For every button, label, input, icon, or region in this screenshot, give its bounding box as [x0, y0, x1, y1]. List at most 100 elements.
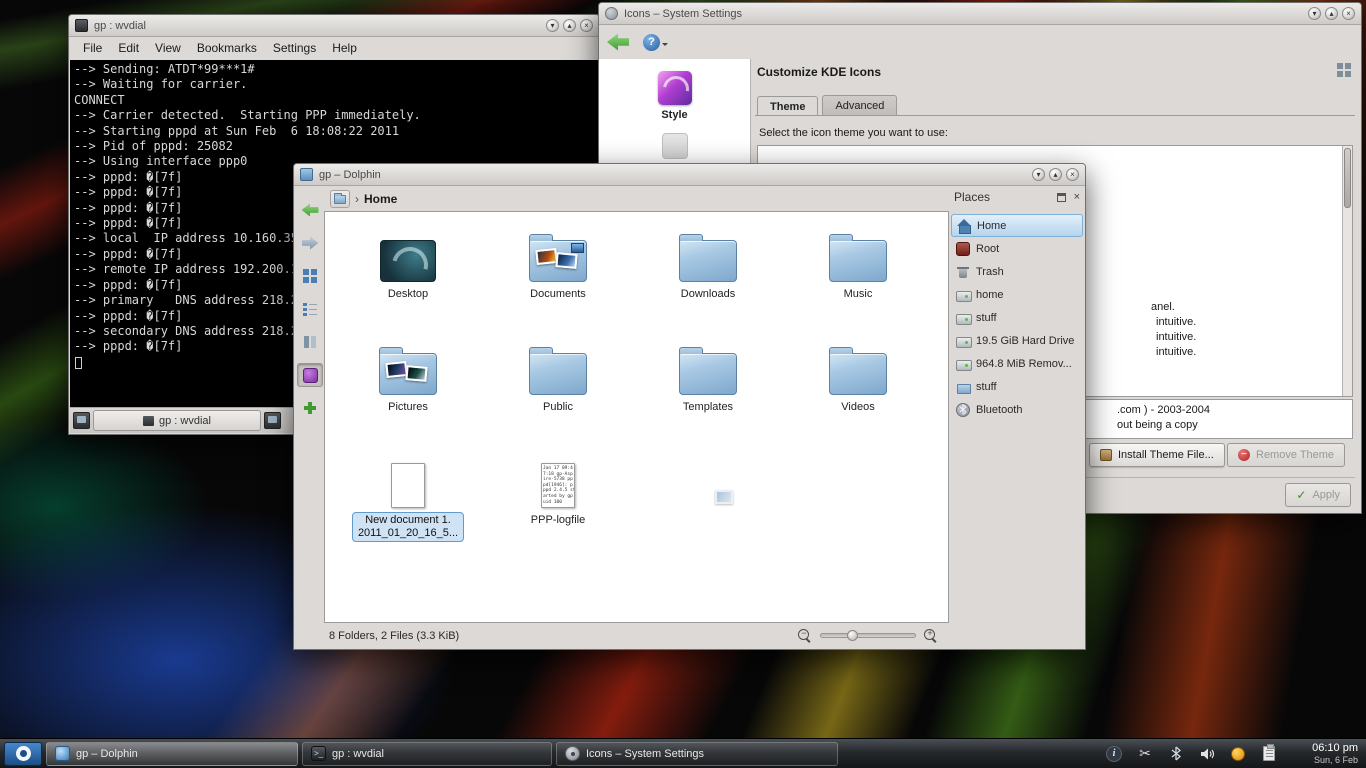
close-panel-icon[interactable]: ×	[1074, 192, 1080, 202]
list-scrollbar[interactable]	[1342, 146, 1352, 396]
place-label: 964.8 MiB Remov...	[976, 358, 1072, 370]
folder-item-downloads[interactable]: Downloads	[633, 218, 783, 331]
place-label: Trash	[976, 266, 1004, 278]
folder-item-templates[interactable]: Templates	[633, 331, 783, 444]
places-panel-title: Places	[954, 190, 990, 204]
style-category-label[interactable]: Style	[661, 109, 687, 121]
places-item-home-partition[interactable]: home	[951, 283, 1083, 306]
maximize-icon[interactable]: ▴	[1325, 7, 1338, 20]
back-arrow-icon[interactable]	[607, 34, 629, 51]
clock-date: Sun, 6 Feb	[1290, 754, 1358, 766]
folder-icon	[529, 353, 587, 395]
close-icon[interactable]: ×	[1342, 7, 1355, 20]
folder-item-documents[interactable]: Documents	[483, 218, 633, 331]
menu-bookmarks[interactable]: Bookmarks	[189, 41, 265, 55]
sidebar-secondary-icon[interactable]	[662, 133, 688, 159]
icons-view-button[interactable]	[297, 264, 323, 288]
minimize-icon[interactable]: ▾	[546, 19, 559, 32]
taskbar-item-system-settings[interactable]: Icons – System Settings	[556, 742, 838, 766]
bluetooth-tray-icon[interactable]	[1167, 745, 1185, 763]
dolphin-statusbar: 8 Folders, 2 Files (3.3 KiB) − +	[295, 623, 1084, 648]
folder-item-music[interactable]: Music	[783, 218, 933, 331]
dolphin-titlebar[interactable]: gp – Dolphin ▾ ▴ ×	[294, 164, 1085, 186]
taskbar-item-label: Icons – System Settings	[586, 748, 704, 760]
drive-icon	[956, 311, 970, 325]
remove-icon: −	[1238, 449, 1250, 461]
places-item-root[interactable]: Root	[951, 237, 1083, 260]
style-category-icon[interactable]	[658, 71, 692, 105]
minimize-icon[interactable]: ▾	[1032, 168, 1045, 181]
folder-item-videos[interactable]: Videos	[783, 331, 933, 444]
details-view-icon	[303, 302, 317, 316]
folder-label: Videos	[841, 401, 874, 413]
places-item-bluetooth[interactable]: Bluetooth	[951, 398, 1083, 421]
file-item-new-document[interactable]: New document 1. 2011_01_20_16_5...	[333, 444, 483, 557]
digital-clock[interactable]: 06:10 pm Sun, 6 Feb	[1290, 742, 1362, 766]
klipper-icon[interactable]	[1260, 745, 1278, 763]
terminal-tab[interactable]: gp : wvdial	[93, 410, 261, 431]
preview-button[interactable]	[297, 363, 323, 387]
menu-edit[interactable]: Edit	[110, 41, 147, 55]
breadcrumb-home[interactable]: Home	[364, 192, 397, 206]
place-label: Home	[977, 220, 1006, 232]
split-view-button[interactable]	[297, 396, 323, 420]
view-grid-icon[interactable]	[1337, 63, 1351, 77]
folder-item-public[interactable]: Public	[483, 331, 633, 444]
places-item-stuff[interactable]: stuff	[951, 306, 1083, 329]
maximize-icon[interactable]: ▴	[563, 19, 576, 32]
folder-label: Templates	[683, 401, 733, 413]
close-icon[interactable]: ×	[1066, 168, 1079, 181]
apply-button[interactable]: ✓ Apply	[1285, 483, 1351, 507]
taskbar-item-wvdial[interactable]: >_ gp : wvdial	[302, 742, 552, 766]
zoom-slider-handle[interactable]	[847, 630, 858, 641]
tab-list-icon[interactable]	[264, 412, 281, 429]
close-icon[interactable]: ×	[580, 19, 593, 32]
menu-help[interactable]: Help	[324, 41, 365, 55]
pictures-folder-icon	[379, 353, 437, 395]
settings-titlebar[interactable]: Icons – System Settings ▾ ▴ ×	[599, 3, 1361, 25]
folder-item-pictures[interactable]: Pictures	[333, 331, 483, 444]
places-item-removable[interactable]: 964.8 MiB Remov...	[951, 352, 1083, 375]
places-item-home[interactable]: Home	[951, 214, 1083, 237]
terminal-tab-icon	[143, 416, 154, 426]
remove-theme-button[interactable]: − Remove Theme	[1227, 443, 1345, 467]
places-root-icon[interactable]	[330, 190, 350, 208]
volume-icon[interactable]	[1198, 745, 1216, 763]
menu-view[interactable]: View	[147, 41, 189, 55]
dolphin-window-buttons: ▾ ▴ ×	[1032, 168, 1079, 181]
dolphin-file-view[interactable]: Desktop Documents Downloads Music	[324, 211, 949, 623]
places-item-stuff-2[interactable]: stuff	[951, 375, 1083, 398]
zoom-in-icon[interactable]: +	[924, 629, 938, 643]
folder-item-desktop[interactable]: Desktop	[333, 218, 483, 331]
install-theme-button[interactable]: Install Theme File...	[1089, 443, 1225, 467]
forward-button[interactable]	[297, 231, 323, 255]
float-panel-icon[interactable]	[1057, 193, 1066, 202]
new-tab-icon[interactable]	[73, 412, 90, 429]
scissors-icon[interactable]: ✂	[1136, 745, 1154, 763]
minimize-icon[interactable]: ▾	[1308, 7, 1321, 20]
notifications-icon[interactable]: i	[1105, 745, 1123, 763]
help-icon[interactable]: ?	[643, 34, 660, 51]
file-item-ppp-logfile[interactable]: Jan 17 09:4 7:18 gp-Asp ire-5738 pp pd[1…	[483, 444, 633, 557]
zoom-out-icon[interactable]: −	[798, 629, 812, 643]
zoom-slider[interactable]	[820, 633, 916, 638]
taskbar-item-dolphin[interactable]: gp – Dolphin	[46, 742, 298, 766]
menu-settings[interactable]: Settings	[265, 41, 324, 55]
terminal-titlebar[interactable]: gp : wvdial ▾ ▴ ×	[69, 15, 599, 37]
tab-advanced[interactable]: Advanced	[822, 95, 897, 115]
folder-icon	[829, 353, 887, 395]
tab-theme[interactable]: Theme	[757, 96, 818, 116]
menu-file[interactable]: File	[75, 41, 110, 55]
columns-view-button[interactable]	[297, 330, 323, 354]
application-launcher-button[interactable]	[4, 742, 42, 766]
places-item-hard-drive[interactable]: 19.5 GiB Hard Drive	[951, 329, 1083, 352]
folder-icon	[679, 240, 737, 282]
apply-label: Apply	[1312, 489, 1340, 501]
details-view-button[interactable]	[297, 297, 323, 321]
folder-label: Downloads	[681, 288, 735, 300]
back-button[interactable]	[297, 198, 323, 222]
maximize-icon[interactable]: ▴	[1049, 168, 1062, 181]
scrollbar-thumb[interactable]	[1344, 148, 1351, 208]
updates-icon[interactable]	[1229, 745, 1247, 763]
places-item-trash[interactable]: Trash	[951, 260, 1083, 283]
